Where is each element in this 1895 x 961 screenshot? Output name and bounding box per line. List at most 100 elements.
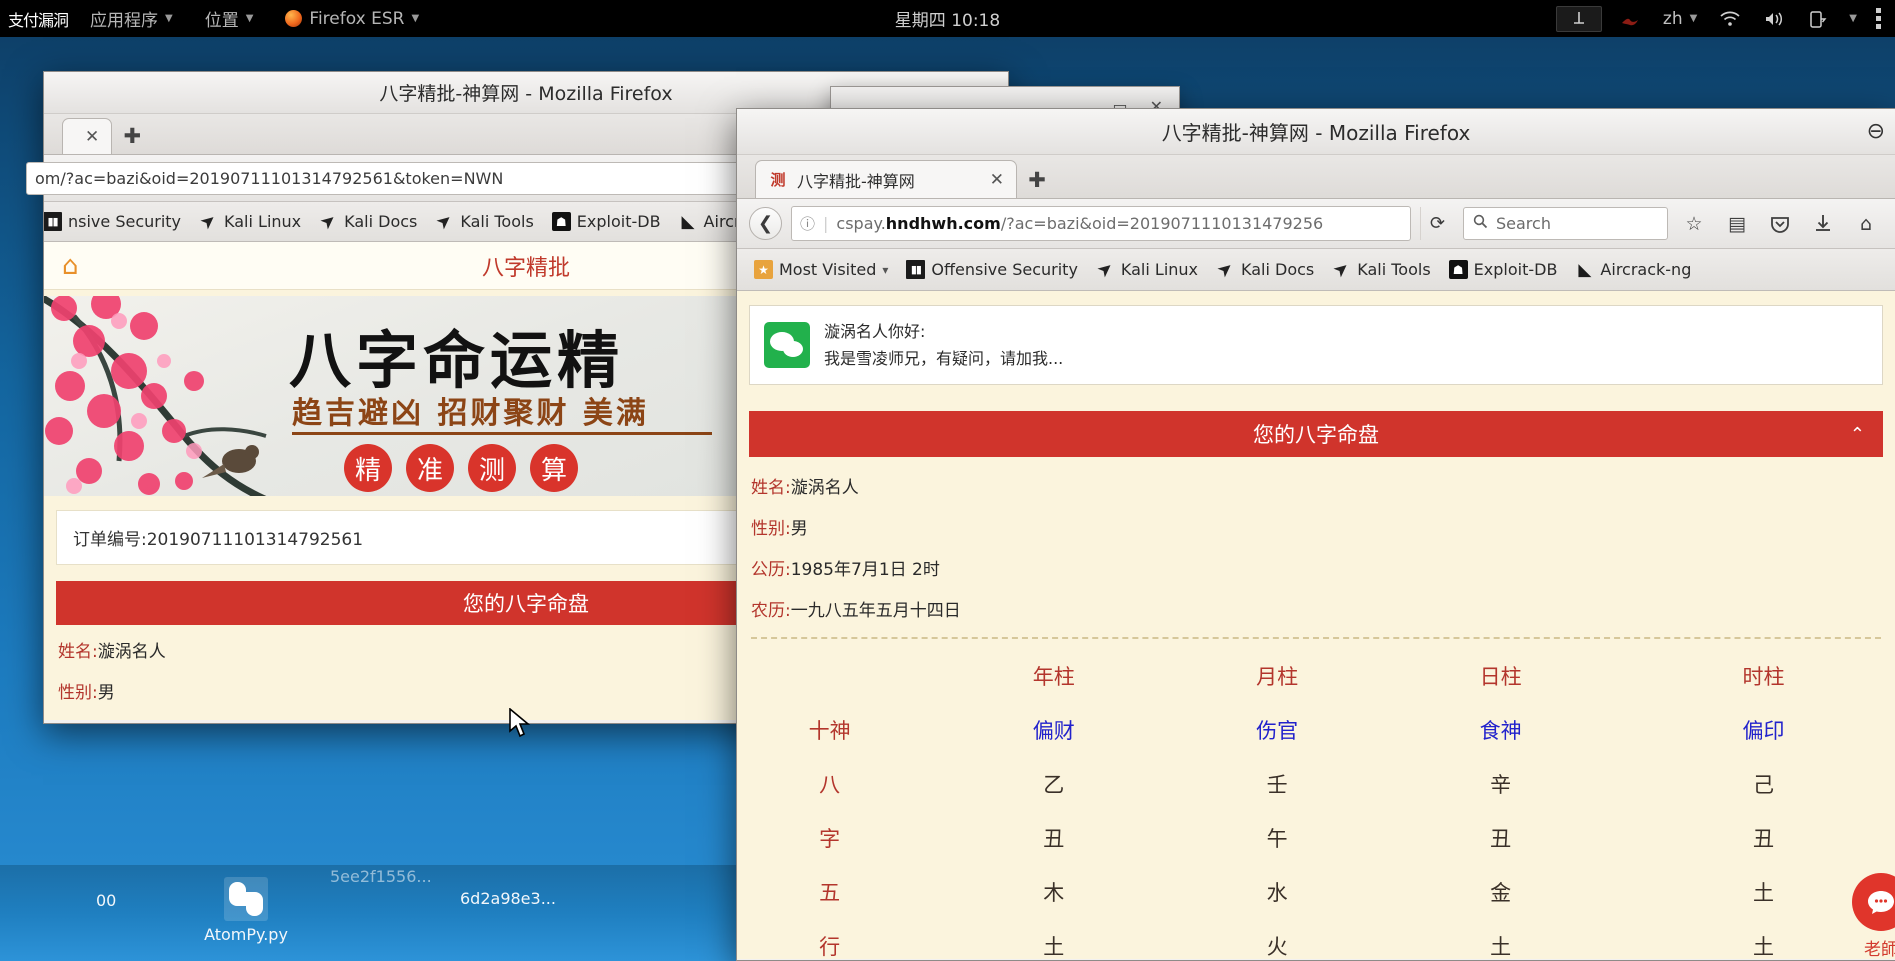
minimize-icon[interactable]: ⊖ [1867, 119, 1885, 144]
url-path: /?ac=bazi&oid=2019071110131479256 [1000, 214, 1324, 233]
tab-bazi[interactable]: 测 八字精批-神算网 ✕ [755, 160, 1017, 198]
aircrack-icon: ◣ [681, 211, 695, 232]
new-tab-button[interactable]: ✚ [112, 118, 152, 154]
col-header-day: 日柱 [1479, 665, 1522, 690]
close-icon[interactable]: ✕ [75, 127, 99, 147]
cell: 壬 [1266, 773, 1288, 798]
bookmark-kali-docs[interactable]: ➤ Kali Docs [1207, 249, 1323, 290]
chat-icon[interactable] [1852, 873, 1895, 931]
panel-left-group: 支付漏洞 应用程序 ▼ 位置 ▼ Firefox ESR ▼ [0, 0, 435, 37]
home-icon[interactable]: ⌂ [62, 251, 79, 281]
browser-window[interactable]: 八字精批-神算网 - Mozilla Firefox ⊖ 测 八字精批-神算网 … [736, 108, 1895, 961]
bookmark-kali-tools[interactable]: ➤ Kali Tools [1323, 249, 1439, 290]
menu-places[interactable]: 位置 ▼ [189, 0, 270, 37]
table-row: 五 木 水 金 土 [737, 865, 1895, 919]
taskbar-label: 6d2a98e3... [460, 889, 556, 908]
table-row: 字 丑 午 丑 丑 [737, 811, 1895, 865]
bookmark-label: Kali Docs [344, 212, 418, 231]
float-chat-widget[interactable]: 老師 [1849, 873, 1895, 959]
wechat-promo-banner[interactable]: 漩涡名人你好: 我是雪凌师兄，有疑问，请加我... [749, 305, 1883, 386]
back-window-url-bar[interactable]: om/?ac=bazi&oid=20190711101314792561&tok… [26, 161, 739, 195]
bookmark-exploit-db[interactable]: ☗ Exploit-DB [543, 202, 670, 241]
taskbar-label: AtomPy.py [204, 925, 288, 944]
alert-icon[interactable] [1608, 9, 1652, 29]
taskbar-item-00[interactable]: 00 [96, 891, 116, 910]
chevron-up-icon[interactable]: ⌃ [1850, 424, 1865, 445]
dragon-icon: ➤ [316, 208, 342, 235]
pocket-icon[interactable] [1763, 207, 1797, 240]
taskbar-item-5ee2f[interactable]: 5ee2f1556... [330, 867, 432, 886]
wifi-icon[interactable] [1708, 10, 1752, 28]
col-header-hour: 时柱 [1742, 665, 1785, 690]
system-menu-caret[interactable]: ▼ [1838, 13, 1868, 24]
taskbar-item-atompy[interactable]: AtomPy.py [196, 877, 296, 944]
bookmark-label: Kali Linux [1120, 260, 1199, 279]
col-header-year: 年柱 [1032, 665, 1075, 690]
star-icon[interactable]: ☆ [1677, 207, 1711, 240]
window-titlebar[interactable]: 八字精批-神算网 - Mozilla Firefox ⊖ [737, 109, 1895, 155]
url-bar[interactable]: ⓘ | cspay.hndhwh.com/?ac=bazi&oid=201907… [791, 206, 1411, 241]
bookmark-kali-linux[interactable]: ➤ Kali Linux [1087, 249, 1207, 290]
new-tab-button[interactable]: ✚ [1017, 162, 1057, 198]
aircrack-icon: ◣ [1578, 259, 1592, 280]
bookmark-kali-tools[interactable]: ➤ Kali Tools [426, 202, 542, 241]
bookmark-label: Kali Tools [1357, 260, 1431, 279]
url-domain: hndhwh.com [885, 214, 1001, 233]
window-controls: ⊖ [1867, 109, 1885, 154]
taskbar-item-6d2a98[interactable]: 6d2a98e3... [460, 889, 556, 908]
menu-firefox[interactable]: Firefox ESR ▼ [269, 0, 435, 37]
section-divider [751, 637, 1881, 640]
cell: 偏财 [1032, 719, 1075, 744]
field-key: 姓名: [58, 642, 98, 662]
bookmark-label: Most Visited [779, 260, 877, 279]
bookmark-kali-linux[interactable]: ➤ Kali Linux [190, 202, 310, 241]
bookmark-kali-docs[interactable]: ➤ Kali Docs [310, 202, 426, 241]
reload-icon[interactable]: ⟳ [1420, 207, 1454, 240]
workspace-switcher-icon[interactable] [1555, 5, 1602, 32]
site-info-icon[interactable]: ⓘ [800, 213, 815, 234]
home-icon[interactable]: ⌂ [1849, 207, 1883, 240]
download-icon[interactable] [1806, 207, 1840, 240]
bookmark-exploit-db[interactable]: ☗ Exploit-DB [1440, 249, 1567, 290]
bookmark-label: Exploit-DB [1473, 260, 1558, 279]
cell: 偏印 [1742, 719, 1785, 744]
row-head: 五 [819, 881, 841, 906]
back-button[interactable]: ❮ [749, 207, 782, 240]
bookmark-most-visited[interactable]: ★ Most Visited ▾ [745, 249, 897, 290]
field-row-lunar: 农历:一九八五年五月十四日 [751, 596, 1881, 621]
stamp-4: 算 [530, 444, 578, 492]
menu-applications[interactable]: 应用程序 ▼ [74, 0, 189, 37]
row-head: 字 [819, 827, 841, 852]
back-window-tab[interactable]: ✕ [62, 118, 113, 154]
cell: 食神 [1479, 719, 1522, 744]
bookmark-offensive-security[interactable]: ▮▮ Offensive Security [897, 249, 1086, 290]
python-icon [224, 877, 268, 921]
taskbar-label: 00 [96, 891, 117, 910]
search-input[interactable]: Search [1463, 207, 1668, 240]
cell: 土 [1490, 935, 1512, 959]
field-row-solar: 公历:1985年7月1日 2时 [751, 555, 1881, 580]
bookmark-aircrack-ng[interactable]: ◣ Aircrack-ng [1566, 249, 1700, 290]
cell: 丑 [1043, 827, 1065, 852]
offsec-icon: ▮▮ [906, 260, 926, 279]
field-key: 性别: [58, 683, 98, 703]
row-head: 行 [819, 935, 841, 959]
exploitdb-icon: ☗ [1448, 260, 1468, 279]
field-key: 性别: [751, 519, 791, 540]
cell: 金 [1490, 881, 1512, 906]
cell: 水 [1266, 881, 1288, 906]
input-language-indicator[interactable]: zh ▼ [1652, 9, 1708, 29]
back-banner-stamps: 精 准 测 算 [344, 444, 578, 492]
close-icon[interactable]: ✕ [980, 170, 1004, 190]
volume-icon[interactable] [1752, 10, 1796, 28]
bazi-panel-header[interactable]: 您的八字命盘 ⌃ [749, 411, 1883, 458]
bookmark-label: Exploit-DB [576, 212, 661, 231]
bookmark-offensive-security[interactable]: ▮▮ nsive Security [44, 202, 190, 241]
panel-status-area: zh ▼ ▼ [1550, 0, 1895, 37]
library-icon[interactable]: ▤ [1720, 207, 1754, 240]
cell: 丑 [1753, 827, 1775, 852]
firefox-label: Firefox ESR [309, 8, 405, 29]
cell: 乙 [1043, 773, 1065, 798]
battery-icon[interactable] [1796, 9, 1838, 29]
field-value: 男 [790, 519, 808, 540]
